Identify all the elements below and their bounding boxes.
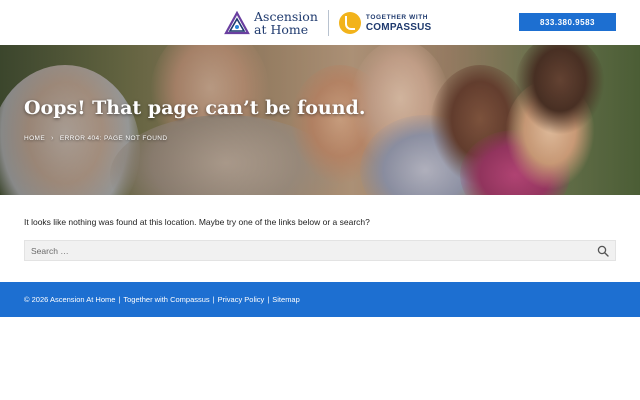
footer-link-compassus[interactable]: Together with Compassus <box>123 295 209 304</box>
breadcrumb-home-link[interactable]: HOME <box>24 135 45 142</box>
breadcrumb: HOME › ERROR 404: PAGE NOT FOUND <box>24 135 167 142</box>
breadcrumb-current: ERROR 404: PAGE NOT FOUND <box>59 135 168 142</box>
not-found-message: It looks like nothing was found at this … <box>24 217 370 227</box>
footer-link-privacy[interactable]: Privacy Policy <box>218 295 265 304</box>
partner-line-2: COMPASSUS <box>365 22 432 33</box>
ascension-logo-icon <box>224 11 250 35</box>
footer-separator: | <box>118 295 121 304</box>
ascension-wordmark: Ascension at Home <box>254 10 318 36</box>
footer-links: © 2026 Ascension At Home | Together with… <box>24 295 300 304</box>
hero-overlay <box>0 45 640 195</box>
footer-separator: | <box>267 295 270 304</box>
phone-button[interactable]: 833.380.9583 <box>519 13 616 31</box>
compassus-logo-icon <box>338 12 361 34</box>
footer-link-sitemap[interactable]: Sitemap <box>272 295 300 304</box>
compassus-wordmark: TOGETHER WITH COMPASSUS <box>366 13 432 33</box>
site-footer: © 2026 Ascension At Home | Together with… <box>0 282 640 317</box>
search-icon[interactable] <box>597 245 609 257</box>
hero-banner: Oops! That page can’t be found. HOME › E… <box>0 45 640 195</box>
search-input[interactable] <box>25 241 585 260</box>
breadcrumb-separator: › <box>51 135 54 142</box>
footer-copyright: © 2026 Ascension At Home <box>24 295 116 304</box>
logo-divider <box>327 10 329 36</box>
site-header: Ascension at Home TOGETHER WITH COMPASSU… <box>0 0 640 45</box>
search-form <box>24 240 616 261</box>
footer-separator: | <box>212 295 215 304</box>
page-title: Oops! That page can’t be found. <box>24 97 366 119</box>
site-logo[interactable]: Ascension at Home TOGETHER WITH COMPASSU… <box>224 8 431 38</box>
brand-line-2: at Home <box>254 22 309 37</box>
